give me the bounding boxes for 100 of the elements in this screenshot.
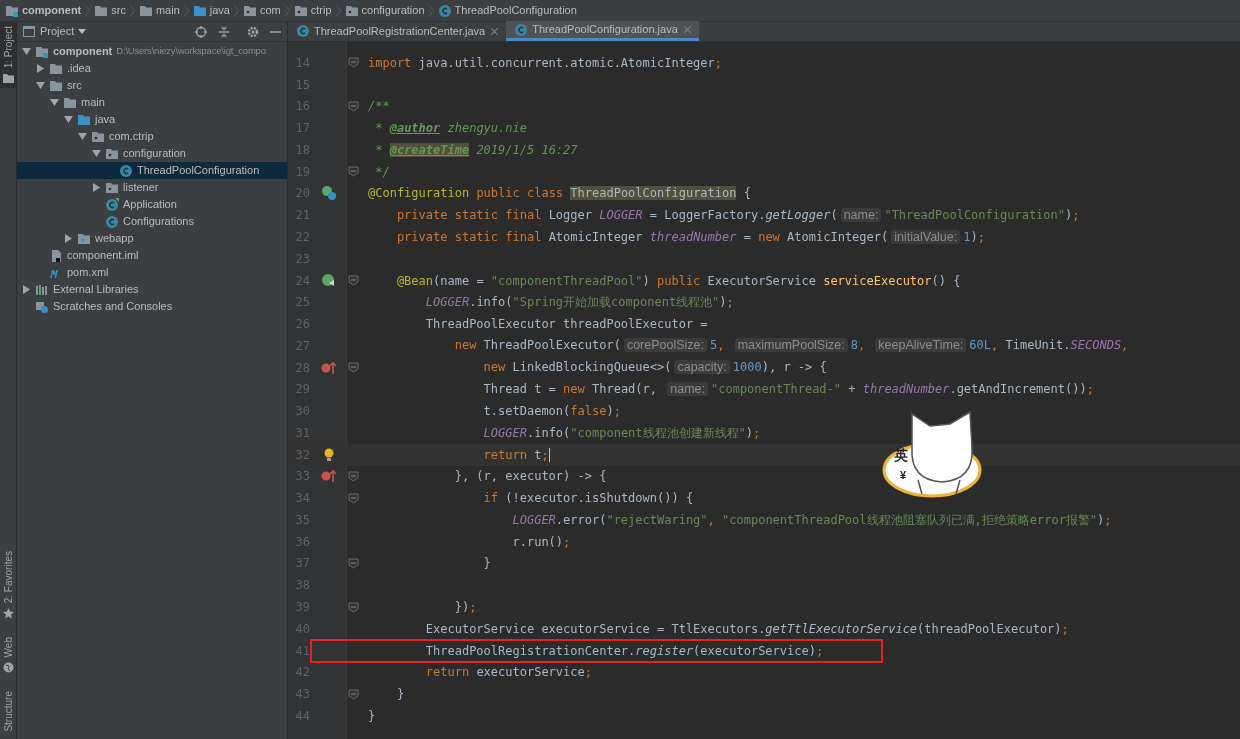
tree-item[interactable]: webapp xyxy=(17,230,287,247)
fold-marker-icon[interactable] xyxy=(348,601,359,613)
collapsed-arrow-icon[interactable] xyxy=(36,64,45,73)
breadcrumb-item[interactable]: configuration xyxy=(344,2,425,19)
tree-item-label: configuration xyxy=(123,146,186,162)
package-folder-icon xyxy=(293,3,308,18)
code-line: * @createTime 2019/1/5 16:27 xyxy=(374,141,578,159)
fold-marker-icon[interactable] xyxy=(348,470,359,482)
package-folder-icon xyxy=(105,146,119,161)
code-line: t.setDaemon(false); xyxy=(482,403,621,421)
tree-item[interactable]: configuration xyxy=(17,145,287,162)
breadcrumb-item[interactable]: java xyxy=(192,2,230,19)
code-line: ThreadPoolRegistrationCenter.register(executorService); xyxy=(424,642,824,660)
code-line: * @author zhengyu.nie xyxy=(374,120,527,138)
code-line: @Bean(name = "componentThreadPool") public ExecutorService serviceExecutor() { xyxy=(395,272,961,290)
lightbulb-icon[interactable] xyxy=(323,447,335,462)
folder-icon xyxy=(138,3,153,18)
class-icon xyxy=(437,3,452,18)
chevron-icon xyxy=(428,5,434,16)
tool-window-button[interactable]: Web xyxy=(0,633,16,678)
close-icon[interactable] xyxy=(491,27,499,35)
breadcrumb-item[interactable]: com xyxy=(243,2,281,19)
tree-item[interactable]: src xyxy=(17,77,287,94)
tree-item-label: java xyxy=(95,112,116,128)
tree-item[interactable]: External Libraries xyxy=(17,281,287,298)
breadcrumb-item[interactable]: src xyxy=(94,2,126,19)
code-line: Thread t = new Thread(r, name: "componentThread-" + threadNumber.getAndIncrement()); xyxy=(482,380,1094,398)
tree-item-label: listener xyxy=(123,180,159,196)
breadcrumb-item[interactable]: ThreadPoolConfiguration xyxy=(437,2,577,19)
tree-item[interactable]: com.ctrip xyxy=(17,128,287,145)
breadcrumb-item[interactable]: ctrip xyxy=(293,2,332,19)
code-line: new ThreadPoolExecutor( corePoolSize: 5, maximumPoolSize: 8, keepAliveTime: 60L, TimeUnit.SECONDS, xyxy=(453,337,1129,355)
code-line: return executorService; xyxy=(424,664,592,682)
code-line: return t; xyxy=(482,446,550,464)
code-line: LOGGER.error("rejectWaring", "componentThreadPool线程池阻塞队列已满,拒绝策略error报警"); xyxy=(511,511,1112,529)
currency-symbol: ¥ xyxy=(900,470,907,481)
package-folder-icon xyxy=(243,3,257,18)
fold-marker-icon[interactable] xyxy=(348,57,359,69)
tree-item[interactable]: listener xyxy=(17,179,287,196)
bean-icon[interactable] xyxy=(321,185,337,202)
web-folder-icon xyxy=(77,231,91,246)
fold-marker-icon[interactable] xyxy=(348,362,359,374)
tree-item[interactable]: Scratches and Consoles xyxy=(17,298,287,315)
locate-icon[interactable] xyxy=(195,25,207,38)
code-line: }, (r, executor) -> { xyxy=(453,468,607,486)
settings-icon[interactable] xyxy=(247,25,259,38)
tree-item-label: component xyxy=(53,44,113,60)
folder-icon xyxy=(77,112,91,127)
folder-icon xyxy=(49,61,63,76)
editor-tab[interactable]: ThreadPoolRegistrationCenter.java xyxy=(288,21,507,41)
code-line: import java.util.concurrent.atomic.AtomicInteger; xyxy=(368,54,723,72)
tree-item[interactable]: java xyxy=(17,111,287,128)
code-line: private static final AtomicInteger threadNumber = new AtomicInteger( initialValue: 1); xyxy=(395,228,985,246)
folder-icon xyxy=(2,73,14,85)
file-icon xyxy=(49,248,63,263)
tree-item[interactable]: Application xyxy=(17,196,287,213)
folder-icon xyxy=(94,3,109,18)
fold-marker-icon[interactable] xyxy=(348,166,359,178)
code-line: LOGGER.info("Spring开始加载component线程池"); xyxy=(424,294,734,312)
chevron-icon xyxy=(183,5,189,16)
recursion-icon[interactable] xyxy=(321,468,337,485)
breadcrumb-item[interactable]: component xyxy=(5,2,82,19)
fold-marker-icon[interactable] xyxy=(348,558,359,569)
tool-window-button[interactable]: 2: Favorites xyxy=(0,546,16,624)
folder-icon xyxy=(63,95,77,110)
tree-item-label: src xyxy=(67,78,82,94)
chevron-icon xyxy=(335,5,341,16)
tree-item[interactable]: component.iml xyxy=(17,247,287,264)
tool-window-button[interactable]: 1: Project xyxy=(0,22,16,89)
tool-window-button[interactable]: Structure xyxy=(0,687,16,736)
tree-item[interactable]: .idea xyxy=(17,60,287,77)
collapsed-arrow-icon[interactable] xyxy=(92,183,101,192)
collapsed-arrow-icon[interactable] xyxy=(64,234,73,243)
breadcrumb-item[interactable]: main xyxy=(138,2,180,19)
fold-marker-icon[interactable] xyxy=(348,688,359,700)
editor-tab[interactable]: ThreadPoolConfiguration.java xyxy=(506,21,699,41)
panel-icon xyxy=(23,26,35,37)
collapse-all-icon[interactable] xyxy=(218,25,230,38)
tree-item[interactable]: ThreadPoolConfiguration xyxy=(17,162,287,179)
fold-marker-icon[interactable] xyxy=(348,275,359,287)
recursion-icon[interactable] xyxy=(321,359,337,376)
code-line: }); xyxy=(453,599,477,616)
class-icon xyxy=(514,22,529,37)
code-line: @Configuration public class ThreadPoolConfiguration { xyxy=(368,185,751,203)
tree-item[interactable]: main xyxy=(17,94,287,111)
fold-marker-icon[interactable] xyxy=(348,492,359,504)
bean-icon[interactable] xyxy=(321,272,337,289)
tree-item[interactable]: component D:\Users\niezy\workspace\igt_compo xyxy=(17,43,287,60)
panel-title-dropdown[interactable]: Project xyxy=(40,23,87,40)
fold-marker-icon[interactable] xyxy=(348,100,359,112)
tree-item[interactable]: Configurations xyxy=(17,213,287,230)
spring-class-icon xyxy=(105,197,119,212)
tree-item-label: pom.xml xyxy=(67,265,109,281)
libraries-icon xyxy=(35,282,49,297)
expanded-arrow-icon[interactable] xyxy=(22,47,31,56)
tree-item-label: Scratches and Consoles xyxy=(53,299,173,315)
package-folder-icon xyxy=(105,180,119,195)
collapsed-arrow-icon[interactable] xyxy=(22,285,31,294)
dropdown-caret-icon[interactable] xyxy=(78,29,87,34)
tree-item[interactable]: pom.xml xyxy=(17,264,287,281)
